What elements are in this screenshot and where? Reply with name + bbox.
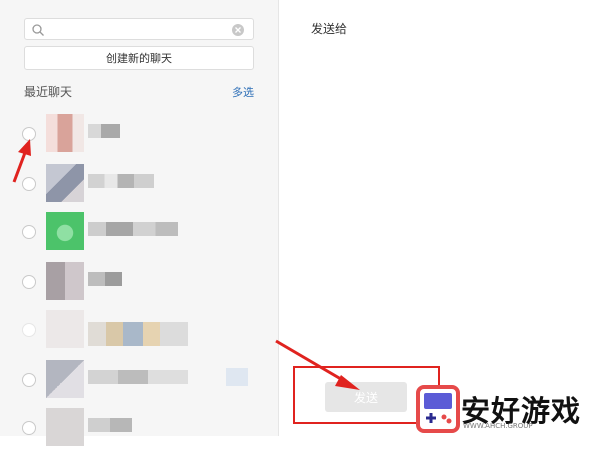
contact-row[interactable] bbox=[0, 404, 278, 452]
multi-select-link[interactable]: 多选 bbox=[232, 84, 254, 100]
send-to-title: 发送给 bbox=[311, 22, 348, 36]
avatar bbox=[46, 212, 84, 250]
search-icon bbox=[32, 24, 44, 36]
brand-subtext: WWW.AHCH.GROUP bbox=[463, 422, 533, 430]
radio-icon[interactable] bbox=[22, 225, 36, 239]
contact-row[interactable] bbox=[0, 160, 278, 208]
contact-row[interactable] bbox=[0, 110, 278, 158]
contact-name-blurred bbox=[88, 272, 122, 286]
contact-row[interactable] bbox=[0, 208, 278, 256]
avatar bbox=[46, 114, 84, 152]
radio-icon[interactable] bbox=[22, 127, 36, 141]
search-box[interactable] bbox=[24, 18, 254, 40]
contact-sidebar: 创建新的聊天 最近聊天 多选 bbox=[0, 0, 279, 446]
contact-name-blurred bbox=[88, 418, 132, 432]
radio-icon[interactable] bbox=[22, 177, 36, 191]
avatar bbox=[46, 360, 84, 398]
avatar bbox=[46, 408, 84, 446]
search-input[interactable] bbox=[49, 21, 233, 39]
contact-name-blurred bbox=[226, 368, 248, 386]
radio-icon[interactable] bbox=[22, 421, 36, 435]
avatar bbox=[46, 164, 84, 202]
radio-icon[interactable] bbox=[22, 373, 36, 387]
contact-row[interactable] bbox=[0, 306, 278, 354]
contact-name-blurred bbox=[88, 222, 178, 236]
clear-icon[interactable] bbox=[231, 23, 245, 37]
create-new-chat-button[interactable]: 创建新的聊天 bbox=[24, 46, 254, 70]
contact-row[interactable] bbox=[0, 356, 278, 404]
contact-name-blurred bbox=[88, 322, 188, 346]
avatar bbox=[46, 262, 84, 300]
contact-name-blurred bbox=[88, 370, 188, 384]
radio-icon[interactable] bbox=[22, 323, 36, 337]
contact-name-blurred bbox=[88, 124, 120, 138]
radio-icon[interactable] bbox=[22, 275, 36, 289]
avatar bbox=[46, 310, 84, 348]
recent-chats-title: 最近聊天 bbox=[24, 85, 73, 99]
contact-name-blurred bbox=[88, 174, 154, 188]
contact-row[interactable] bbox=[0, 258, 278, 306]
